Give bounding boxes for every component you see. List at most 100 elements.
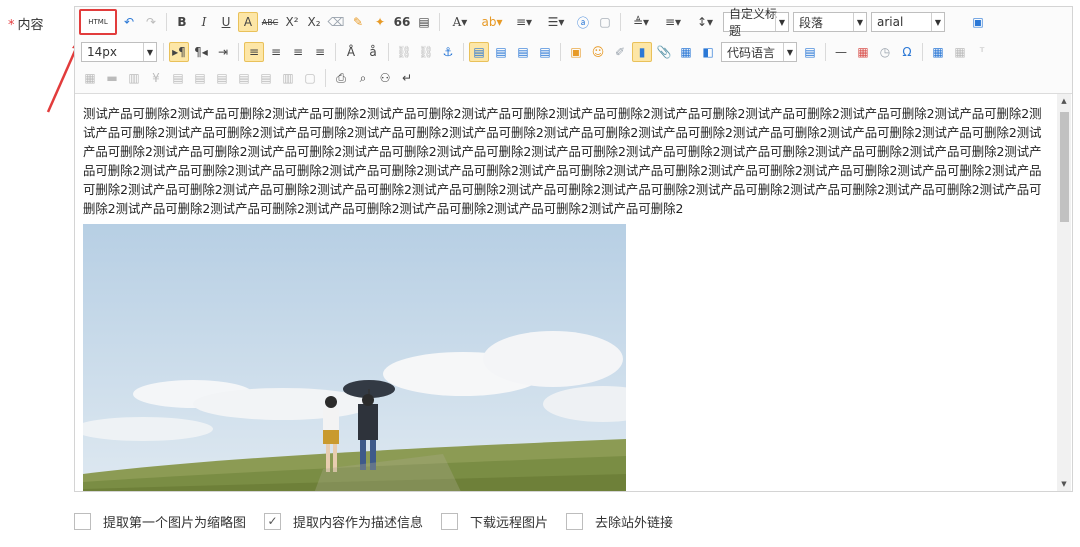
separator xyxy=(620,13,621,31)
align-center-icon[interactable]: ≡ xyxy=(266,42,286,62)
scroll-up-icon[interactable]: ▲ xyxy=(1057,94,1071,108)
strikethrough-icon[interactable]: ABC xyxy=(260,12,280,32)
insert-table-icon[interactable]: ▦ xyxy=(928,42,948,62)
separator xyxy=(825,43,826,61)
preview-icon[interactable]: ⌕ xyxy=(353,68,373,88)
scroll-down-icon[interactable]: ▼ xyxy=(1057,477,1071,491)
split-to-cols-icon[interactable]: ▥ xyxy=(278,68,298,88)
unordered-list-icon[interactable]: ☰▾ xyxy=(541,12,571,32)
bold-icon[interactable]: B xyxy=(172,12,192,32)
font-family-select[interactable]: arial ▼ xyxy=(871,12,945,32)
insert-paragraph-before-table-icon[interactable]: ᵀ xyxy=(972,42,992,62)
underline-icon[interactable]: U xyxy=(216,12,236,32)
eraser-icon[interactable]: ⌫ xyxy=(326,12,346,32)
image-none-icon[interactable]: ▤ xyxy=(469,42,489,62)
fullscreen-icon[interactable]: ▣ xyxy=(968,12,988,32)
page-break-icon[interactable]: ↵ xyxy=(397,68,417,88)
editor-content-area[interactable]: 测试产品可删除2测试产品可删除2测试产品可删除2测试产品可删除2测试产品可删除2… xyxy=(75,94,1055,491)
font-border-icon[interactable]: A xyxy=(238,12,258,32)
image-left-icon[interactable]: ▤ xyxy=(491,42,511,62)
font-size-select[interactable]: 14px ▼ xyxy=(81,42,157,62)
split-to-cells-icon[interactable]: ▤ xyxy=(234,68,254,88)
search-replace-icon[interactable]: ⚇ xyxy=(375,68,395,88)
merge-cells-icon[interactable]: ▤ xyxy=(168,68,188,88)
to-lowercase-icon[interactable]: å xyxy=(363,42,383,62)
option-thumbnail[interactable]: 提取第一个图片为缩略图 xyxy=(74,512,246,531)
rich-text-editor: HTML ↶ ↷ B I U A ABC X² X₂ ⌫ ✎ ✦ 66 ▤ A▾… xyxy=(74,6,1073,492)
emotion-icon[interactable]: ☺ xyxy=(588,42,608,62)
attachment-icon[interactable]: 📎 xyxy=(654,42,674,62)
paste-plain-icon[interactable]: ▤ xyxy=(414,12,434,32)
chart-icon[interactable]: ▢ xyxy=(300,68,320,88)
checkbox[interactable] xyxy=(74,512,91,530)
line-height-icon[interactable]: ↕▾ xyxy=(690,12,720,32)
simple-upload-icon[interactable]: ▣ xyxy=(566,42,586,62)
anchor-icon[interactable]: ⚓ xyxy=(438,42,458,62)
merge-right-icon[interactable]: ▤ xyxy=(190,68,210,88)
template-icon[interactable]: ▤ xyxy=(800,42,820,62)
background-color-icon[interactable]: ab▾ xyxy=(477,12,507,32)
to-uppercase-icon[interactable]: Å xyxy=(341,42,361,62)
ordered-list-icon[interactable]: ≡▾ xyxy=(509,12,539,32)
checkbox[interactable] xyxy=(441,512,459,530)
insert-col-icon[interactable]: ▥ xyxy=(124,68,144,88)
insert-frame-icon[interactable]: ▦ xyxy=(676,42,696,62)
vertical-scrollbar[interactable]: ▲ ▼ xyxy=(1057,94,1071,491)
subscript-icon[interactable]: X₂ xyxy=(304,12,324,32)
scrollbar-thumb[interactable] xyxy=(1060,112,1069,222)
format-brush-icon[interactable]: ✎ xyxy=(348,12,368,32)
superscript-icon[interactable]: X² xyxy=(282,12,302,32)
ltr-direction-icon[interactable]: ▸¶ xyxy=(169,42,189,62)
print-icon[interactable]: ⎙ xyxy=(331,68,351,88)
image-right-icon[interactable]: ▤ xyxy=(513,42,533,62)
checkbox[interactable] xyxy=(566,512,584,530)
redo-icon[interactable]: ↷ xyxy=(141,12,161,32)
option-description[interactable]: ✓ 提取内容作为描述信息 xyxy=(264,512,423,531)
image-center-icon[interactable]: ▤ xyxy=(535,42,555,62)
option-label: 提取内容作为描述信息 xyxy=(293,515,424,531)
editor-toolbar: HTML ↶ ↷ B I U A ABC X² X₂ ⌫ ✎ ✦ 66 ▤ A▾… xyxy=(75,7,1072,94)
delete-col-icon[interactable]: ¥ xyxy=(146,68,166,88)
content-label-text: 内容 xyxy=(17,18,44,33)
content-photo[interactable] xyxy=(83,224,626,491)
special-chars-icon[interactable]: Ω xyxy=(897,42,917,62)
align-justify-icon[interactable]: ≡ xyxy=(310,42,330,62)
option-download-remote-images[interactable]: 下载远程图片 xyxy=(441,512,548,531)
chevron-down-icon: ▼ xyxy=(853,13,866,31)
checkbox-checked[interactable]: ✓ xyxy=(264,512,282,530)
delete-table-icon[interactable]: ▦ xyxy=(950,42,970,62)
chevron-down-icon: ▼ xyxy=(143,43,156,61)
insert-row-icon[interactable]: ▦ xyxy=(80,68,100,88)
insert-video-icon[interactable]: ▮ xyxy=(632,42,652,62)
italic-icon[interactable]: I xyxy=(194,12,214,32)
align-left-icon[interactable]: ≡ xyxy=(244,42,264,62)
option-remove-external-links[interactable]: 去除站外链接 xyxy=(566,512,673,531)
select-all-icon[interactable]: ⓐ xyxy=(573,12,593,32)
time-icon[interactable]: ◷ xyxy=(875,42,895,62)
undo-icon[interactable]: ↶ xyxy=(119,12,139,32)
unlink-icon[interactable]: ⛓ xyxy=(416,42,436,62)
paragraph-select[interactable]: 段落 ▼ xyxy=(793,12,867,32)
horizontal-rule-icon[interactable]: — xyxy=(831,42,851,62)
html-source-button[interactable]: HTML xyxy=(79,9,117,35)
split-to-rows-icon[interactable]: ▤ xyxy=(256,68,276,88)
link-icon[interactable]: ⛓ xyxy=(394,42,414,62)
delete-row-icon[interactable]: ▬ xyxy=(102,68,122,88)
insert-code-icon[interactable]: ◧ xyxy=(698,42,718,62)
code-language-select[interactable]: 代码语言 ▼ xyxy=(721,42,797,62)
row-spacing-bottom-icon[interactable]: ≡▾ xyxy=(658,12,688,32)
blockquote-icon[interactable]: 66 xyxy=(392,12,412,32)
option-label: 去除站外链接 xyxy=(595,515,674,531)
date-icon[interactable]: ▦ xyxy=(853,42,873,62)
option-label: 下载远程图片 xyxy=(470,515,549,531)
font-color-icon[interactable]: A▾ xyxy=(445,12,475,32)
align-right-icon[interactable]: ≡ xyxy=(288,42,308,62)
indent-icon[interactable]: ⇥ xyxy=(213,42,233,62)
rtl-direction-icon[interactable]: ¶◂ xyxy=(191,42,211,62)
auto-format-icon[interactable]: ✦ xyxy=(370,12,390,32)
row-spacing-top-icon[interactable]: ≜▾ xyxy=(626,12,656,32)
clear-doc-icon[interactable]: ▢ xyxy=(595,12,615,32)
scrawl-icon[interactable]: ✐ xyxy=(610,42,630,62)
merge-down-icon[interactable]: ▤ xyxy=(212,68,232,88)
heading-select[interactable]: 自定义标题 ▼ xyxy=(723,7,789,38)
